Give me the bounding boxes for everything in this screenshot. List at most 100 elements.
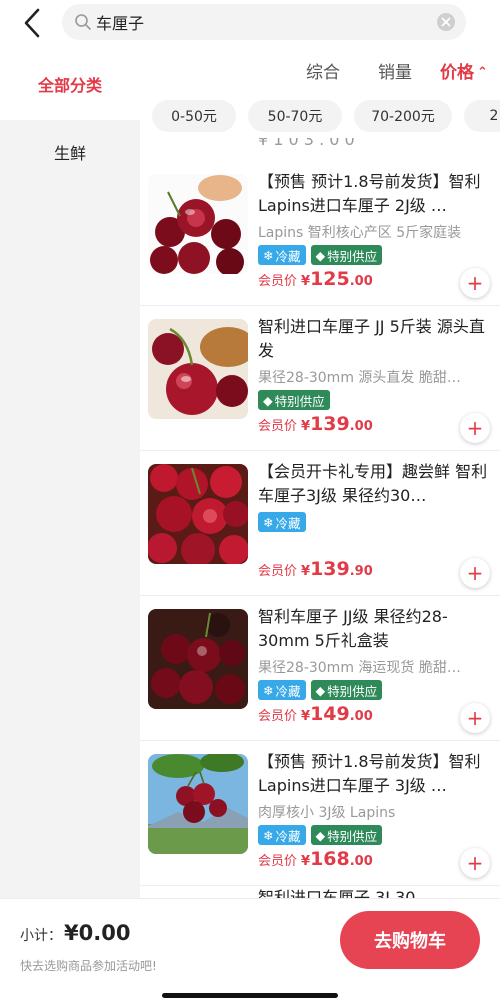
product-card[interactable]: 【预售 预计1.8号前发货】智利Lapins进口车厘子 3J级 … 肉厚核小 3… — [140, 740, 500, 886]
price-label: 会员价 — [258, 274, 298, 289]
partial-product-text: 智利进口车厘子 3J 30 — [258, 888, 416, 898]
product-title: 【预售 预计1.8号前发货】智利Lapins进口车厘子 3J级 … — [258, 752, 481, 795]
sort-ascending-icon: ⌃ — [477, 65, 488, 80]
price-decimal: .00 — [349, 709, 373, 724]
subtotal-value: ¥0.00 — [64, 921, 131, 945]
price-label: 会员价 — [258, 419, 298, 434]
search-input[interactable] — [96, 4, 416, 40]
go-to-cart-button[interactable]: 去购物车 — [340, 911, 480, 969]
product-list: ¥ 1 0 3 . 0 0 【预售 预计1.8号前发货】智利Lapins进口车厘… — [140, 138, 500, 898]
sort-bar: 综合 销量 价格 ⌃ — [140, 48, 500, 96]
tag-cold-storage: ❄ 冷藏 — [258, 680, 306, 700]
subtotal: 小计： ¥0.00 — [20, 921, 130, 945]
category-item-fresh[interactable]: 生鲜 — [0, 130, 140, 174]
price-currency: ¥ — [301, 419, 311, 434]
product-tags: ❄ 冷藏 — [258, 512, 306, 532]
product-subtitle: 肉厚核小 3J级 Lapins — [258, 805, 396, 821]
search-box[interactable] — [62, 4, 466, 40]
member-price: 会员价 ¥ 125 .00 — [258, 268, 373, 290]
tag-label: 冷藏 — [275, 683, 301, 699]
tag-special-supply: ◆ 特别供应 — [310, 825, 383, 845]
plus-icon: + — [466, 416, 484, 440]
price-filter-chip[interactable]: 70-200元 — [354, 100, 452, 132]
product-tags: ❄ 冷藏 ◆ 特别供应 — [258, 680, 383, 700]
price-filter-row: 0-50元 50-70元 70-200元 2 — [140, 96, 500, 138]
price-currency: ¥ — [301, 854, 311, 869]
product-title: 【会员开卡礼专用】趣尝鲜 智利车厘子3J级 果径约30… — [258, 462, 488, 505]
search-header — [0, 0, 500, 48]
cart-bar: 小计： ¥0.00 快去选购商品参加活动吧! 去购物车 — [0, 898, 500, 1006]
product-image — [148, 754, 248, 854]
tag-special-supply: ◆ 特别供应 — [258, 390, 330, 410]
add-to-cart-button[interactable]: + — [460, 413, 490, 443]
tag-special-supply: ◆ 特别供应 — [310, 680, 383, 700]
price-currency: ¥ — [301, 709, 311, 724]
price-decimal: .00 — [349, 419, 373, 434]
sort-sales[interactable]: 销量 — [378, 58, 412, 83]
tag-label: 特别供应 — [274, 393, 325, 409]
diamond-icon: ◆ — [315, 247, 326, 263]
tag-label: 特别供应 — [327, 828, 378, 844]
price-decimal: .90 — [349, 564, 373, 579]
member-price: 会员价 ¥ 139 .90 — [258, 558, 373, 580]
price-currency: ¥ — [301, 274, 311, 289]
partial-product-text: ¥ 1 0 3 . 0 0 — [258, 138, 355, 149]
product-title: 智利车厘子 JJ级 果径约28-30mm 5斤礼盒装 — [258, 607, 448, 650]
member-price: 会员价 ¥ 149 .00 — [258, 703, 373, 725]
promo-hint: 快去选购商品参加活动吧! — [20, 959, 157, 973]
plus-icon: + — [466, 271, 484, 295]
add-to-cart-button[interactable]: + — [460, 558, 490, 588]
plus-icon: + — [466, 851, 484, 875]
product-card[interactable]: 智利车厘子 JJ级 果径约28-30mm 5斤礼盒装 果径28-30mm 海运现… — [140, 595, 500, 741]
snowflake-icon: ❄ — [263, 247, 274, 263]
price-integer: 149 — [310, 703, 350, 725]
product-subtitle: Lapins 智利核心产区 5斤家庭装 — [258, 225, 462, 241]
tag-label: 冷藏 — [275, 828, 301, 844]
product-image — [148, 609, 248, 709]
price-label: 会员价 — [258, 854, 298, 869]
price-integer: 125 — [310, 268, 350, 290]
product-tags: ❄ 冷藏 ◆ 特别供应 — [258, 825, 383, 845]
sort-price[interactable]: 价格 ⌃ — [440, 58, 488, 83]
plus-icon: + — [466, 561, 484, 585]
product-image — [148, 174, 248, 274]
search-icon — [74, 13, 92, 31]
back-arrow-icon[interactable] — [18, 6, 48, 40]
home-indicator[interactable] — [162, 993, 338, 998]
add-to-cart-button[interactable]: + — [460, 703, 490, 733]
diamond-icon: ◆ — [315, 682, 326, 698]
sort-comprehensive[interactable]: 综合 — [306, 58, 340, 83]
price-decimal: .00 — [349, 854, 373, 869]
product-card[interactable]: 【会员开卡礼专用】趣尝鲜 智利车厘子3J级 果径约30… ❄ 冷藏 会员价 ¥ 1… — [140, 450, 500, 596]
price-label: 会员价 — [258, 709, 298, 724]
price-integer: 139 — [310, 413, 350, 435]
product-image — [148, 319, 248, 419]
clear-search-icon[interactable] — [436, 12, 456, 32]
add-to-cart-button[interactable]: + — [460, 848, 490, 878]
snowflake-icon: ❄ — [263, 682, 274, 698]
category-all[interactable]: 全部分类 — [0, 48, 140, 120]
product-subtitle: 果径28-30mm 海运现货 脆甜… — [258, 660, 461, 676]
price-decimal: .00 — [349, 274, 373, 289]
category-sidebar: 全部分类 生鲜 — [0, 48, 140, 898]
tag-label: 特别供应 — [327, 248, 378, 264]
price-currency: ¥ — [301, 564, 311, 579]
tag-cold-storage: ❄ 冷藏 — [258, 825, 306, 845]
member-price: 会员价 ¥ 139 .00 — [258, 413, 373, 435]
snowflake-icon: ❄ — [263, 514, 274, 530]
snowflake-icon: ❄ — [263, 827, 274, 843]
tag-label: 冷藏 — [275, 515, 301, 531]
add-to-cart-button[interactable]: + — [460, 268, 490, 298]
diamond-icon: ◆ — [315, 827, 326, 843]
product-tags: ◆ 特别供应 — [258, 390, 330, 410]
product-image — [148, 464, 248, 564]
product-card[interactable]: 【预售 预计1.8号前发货】智利Lapins进口车厘子 2J级 … Lapins… — [140, 160, 500, 306]
product-subtitle: 果径28-30mm 源头直发 脆甜… — [258, 370, 461, 386]
tag-special-supply: ◆ 特别供应 — [310, 245, 383, 265]
price-filter-chip[interactable]: 0-50元 — [152, 100, 236, 132]
price-filter-chip[interactable]: 50-70元 — [248, 100, 342, 132]
tag-label: 特别供应 — [327, 683, 378, 699]
tag-cold-storage: ❄ 冷藏 — [258, 512, 306, 532]
price-filter-chip[interactable]: 2 — [464, 100, 500, 132]
product-card[interactable]: 智利进口车厘子 JJ 5斤装 源头直发 果径28-30mm 源头直发 脆甜… ◆… — [140, 305, 500, 451]
